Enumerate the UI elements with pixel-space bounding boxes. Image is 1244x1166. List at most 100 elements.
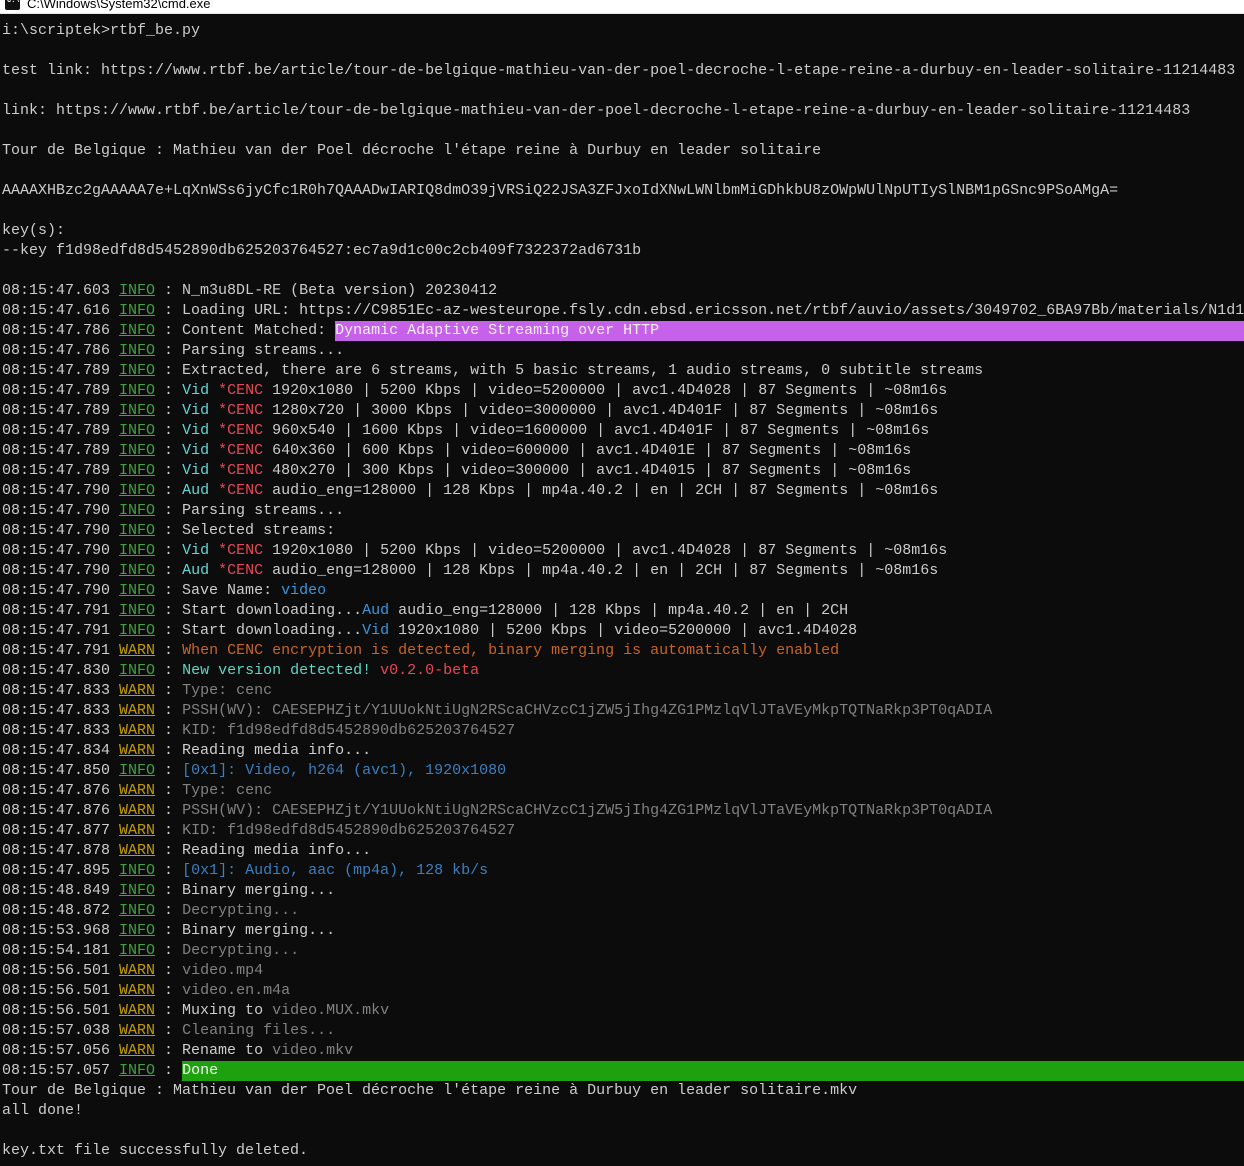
log-text: video.mkv (272, 1042, 354, 1059)
log-text: : (155, 822, 183, 839)
log-level-info: INFO (119, 762, 156, 779)
log-text: 08:15:47.833 (2, 682, 120, 699)
log-text: : (155, 682, 183, 699)
log-text: 1920x1080 | 5200 Kbps | video=5200000 | … (263, 382, 948, 399)
log-text: key.txt file successfully deleted. (2, 1142, 309, 1159)
highlighted-text-magenta: Dynamic Adaptive Streaming over HTTP (335, 321, 1244, 341)
log-text: : Binary merging... (155, 882, 336, 899)
log-text: video.en.m4a (182, 982, 291, 999)
highlighted-text-green: Done (182, 1061, 1244, 1081)
log-text: : (155, 722, 183, 739)
log-text: 08:15:56.501 (2, 962, 120, 979)
log-level-warn: WARN (119, 1042, 156, 1059)
titlebar-content: C:\ C:\Windows\System32\cmd.exe (5, 0, 211, 13)
log-text: 08:15:48.872 (2, 902, 120, 919)
log-text: *CENC (218, 402, 264, 419)
terminal-line: 08:15:47.790 INFO : Selected streams: (2, 521, 1244, 541)
log-text: Type: cenc (182, 782, 273, 799)
window-titlebar[interactable]: C:\ C:\Windows\System32\cmd.exe (0, 0, 1244, 14)
log-text: all done! (2, 1102, 84, 1119)
log-text: test link: https://www.rtbf.be/article/t… (2, 62, 1236, 79)
log-level-warn: WARN (119, 822, 156, 839)
terminal-line: 08:15:47.789 INFO : Vid *CENC 480x270 | … (2, 461, 1244, 481)
log-text: 08:15:48.849 (2, 882, 120, 899)
log-text: 08:15:57.056 (2, 1042, 120, 1059)
log-text: Decrypting... (182, 902, 300, 919)
log-text: 08:15:47.876 (2, 802, 120, 819)
terminal-output[interactable]: i:\scriptek>rtbf_be.py test link: https:/… (0, 14, 1244, 1166)
log-text: 640x360 | 600 Kbps | video=600000 | avc1… (263, 442, 912, 459)
terminal-line: key(s): (2, 221, 1244, 241)
terminal-line: 08:15:47.789 INFO : Vid *CENC 1280x720 |… (2, 401, 1244, 421)
log-level-info: INFO (119, 582, 156, 599)
log-text: : (155, 562, 183, 579)
terminal-line: 08:15:47.790 INFO : Save Name: video (2, 581, 1244, 601)
terminal-line: 08:15:47.895 INFO : [0x1]: Audio, aac (m… (2, 861, 1244, 881)
log-text: 08:15:47.790 (2, 582, 120, 599)
log-text: 08:15:47.789 (2, 362, 120, 379)
log-text: 08:15:47.789 (2, 382, 120, 399)
log-text: : Content Matched: (155, 322, 336, 339)
terminal-line: 08:15:47.833 WARN : PSSH(WV): CAESEPHZjt… (2, 701, 1244, 721)
terminal-line: all done! (2, 1101, 1244, 1121)
terminal-line: 08:15:47.790 INFO : Vid *CENC 1920x1080 … (2, 541, 1244, 561)
log-text: 08:15:47.850 (2, 762, 120, 779)
log-text: 08:15:57.057 (2, 1062, 120, 1079)
log-text: 960x540 | 1600 Kbps | video=1600000 | av… (263, 422, 930, 439)
log-text: : Parsing streams... (155, 502, 345, 519)
terminal-line: Tour de Belgique : Mathieu van der Poel … (2, 1081, 1244, 1101)
log-text: Vid (182, 462, 210, 479)
log-level-warn: WARN (119, 642, 156, 659)
log-text: 08:15:47.833 (2, 702, 120, 719)
log-text: : Selected streams: (155, 522, 336, 539)
log-text: *CENC (218, 482, 264, 499)
log-level-warn: WARN (119, 842, 156, 859)
log-level-info: INFO (119, 382, 156, 399)
log-level-warn: WARN (119, 702, 156, 719)
terminal-line: 08:15:48.872 INFO : Decrypting... (2, 901, 1244, 921)
log-text: : (155, 902, 183, 919)
log-text: 08:15:47.833 (2, 722, 120, 739)
log-text: Vid (182, 542, 210, 559)
terminal-line: --key f1d98edfd8d5452890db625203764527:e… (2, 241, 1244, 261)
log-text: Vid (182, 382, 210, 399)
log-level-info: INFO (119, 862, 156, 879)
log-text: New version detected! (182, 662, 381, 679)
log-text: : Muxing to (155, 1002, 273, 1019)
log-text: 08:15:47.790 (2, 542, 120, 559)
log-text: AAAAXHBzc2gAAAAA7e+LqXnWSs6jyCfc1R0h7QAA… (2, 182, 1119, 199)
log-text: audio_eng=128000 | 128 Kbps | mp4a.40.2 … (263, 562, 939, 579)
log-level-info: INFO (119, 462, 156, 479)
log-text: 08:15:47.786 (2, 322, 120, 339)
log-text: 08:15:47.877 (2, 822, 120, 839)
log-text: : Binary merging... (155, 922, 336, 939)
log-text: : (155, 782, 183, 799)
log-text: : Parsing streams... (155, 342, 345, 359)
log-text: : Reading media info... (155, 742, 372, 759)
terminal-line: test link: https://www.rtbf.be/article/t… (2, 61, 1244, 81)
log-text: : N_m3u8DL-RE (Beta version) 20230412 (155, 282, 498, 299)
cmd-icon: C:\ (5, 0, 20, 10)
log-level-info: INFO (119, 522, 156, 539)
log-level-info: INFO (119, 482, 156, 499)
terminal-line: 08:15:53.968 INFO : Binary merging... (2, 921, 1244, 941)
log-level-info: INFO (119, 562, 156, 579)
terminal-line: 08:15:56.501 WARN : Muxing to video.MUX.… (2, 1001, 1244, 1021)
terminal-line: 08:15:47.791 WARN : When CENC encryption… (2, 641, 1244, 661)
terminal-line: 08:15:47.790 INFO : Parsing streams... (2, 501, 1244, 521)
log-text: : (155, 422, 183, 439)
log-text: video (281, 582, 327, 599)
terminal-line: 08:15:57.057 INFO : Done (2, 1061, 1244, 1081)
log-text: : Save Name: (155, 582, 282, 599)
log-text: PSSH(WV): CAESEPHZjt/Y1UUokNtiUgN2RScaCH… (182, 802, 993, 819)
log-text: : Rename to (155, 1042, 273, 1059)
terminal-line: 08:15:47.786 INFO : Parsing streams... (2, 341, 1244, 361)
log-text: *CENC (218, 442, 264, 459)
log-text: 08:15:47.789 (2, 402, 120, 419)
log-text: 08:15:47.786 (2, 342, 120, 359)
log-text: Vid (182, 422, 210, 439)
log-level-info: INFO (119, 342, 156, 359)
log-text: 08:15:47.878 (2, 842, 120, 859)
log-level-warn: WARN (119, 1002, 156, 1019)
